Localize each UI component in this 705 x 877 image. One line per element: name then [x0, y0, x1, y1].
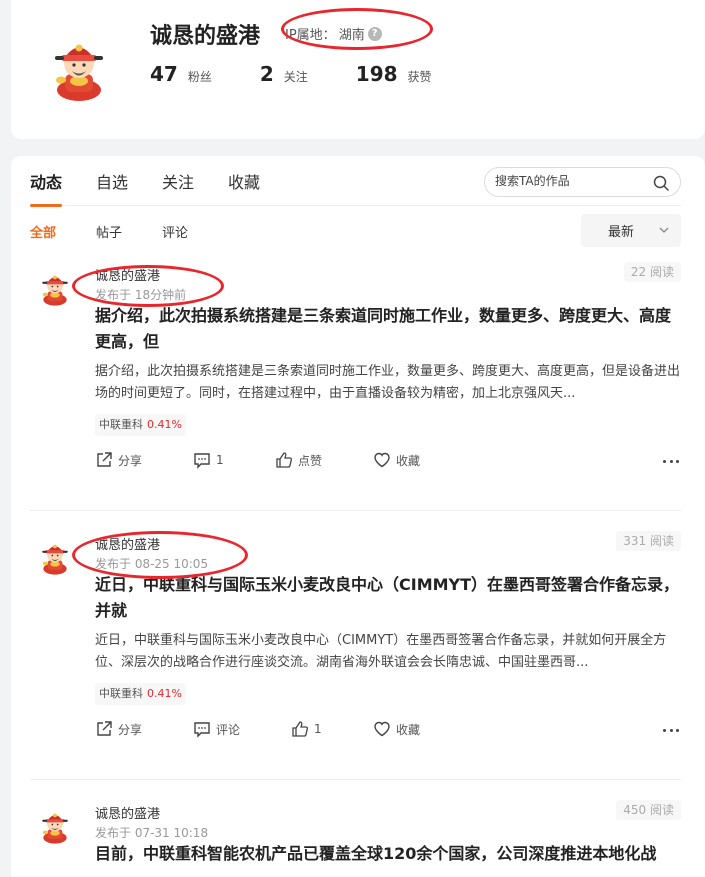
- stat-followers[interactable]: 47 粉丝: [150, 62, 212, 86]
- comment-button[interactable]: 评论: [193, 720, 240, 738]
- post-time: 发布于 07-31 10:18: [95, 826, 209, 840]
- post-item[interactable]: 诚恳的盛港 发布于 18分钟前 22 阅读 据介绍，此次拍摄系统搭建是三条索道同…: [30, 256, 681, 511]
- post-title[interactable]: 近日，中联重科与国际玉米小麦改良中心（CIMMYT）在墨西哥签署合作备忘录，并就: [95, 572, 685, 624]
- read-count: 22 阅读: [623, 262, 681, 282]
- thumbs-up-icon: [292, 721, 308, 737]
- subtab-comments[interactable]: 评论: [162, 222, 188, 241]
- avatar[interactable]: [47, 30, 111, 102]
- stock-tag[interactable]: 中联重科 0.41%: [95, 414, 186, 436]
- ip-value: 湖南: [338, 28, 365, 43]
- sort-dropdown[interactable]: 最新: [581, 214, 681, 247]
- tab-activity[interactable]: 动态: [30, 172, 63, 207]
- post-item[interactable]: 诚恳的盛港 发布于 08-25 10:05 331 阅读 近日，中联重科与国际玉…: [30, 525, 681, 780]
- share-label: 分享: [118, 453, 143, 468]
- share-icon: [97, 721, 112, 736]
- heart-icon: [374, 452, 390, 468]
- post-summary[interactable]: 据介绍，此次拍摄系统搭建是三条索道同时施工作业，数量更多、跨度更大、高度更高，但…: [95, 361, 687, 405]
- thumbs-up-icon: [276, 452, 292, 468]
- post-time: 发布于 08-25 10:05: [95, 557, 209, 571]
- stat-number: 198: [355, 62, 398, 86]
- search-input[interactable]: [495, 174, 645, 188]
- post-time: 发布于 18分钟前: [95, 288, 187, 302]
- post-actions: 分享 1 点赞 收藏: [95, 451, 681, 473]
- search-box: [484, 167, 681, 197]
- ip-label: IP属地：: [285, 28, 336, 43]
- comment-count: 1: [216, 453, 224, 467]
- stat-label: 关注: [283, 70, 308, 84]
- stock-tag[interactable]: 中联重科 0.41%: [95, 683, 186, 705]
- stock-change: 0.41%: [147, 418, 182, 431]
- post-title[interactable]: 据介绍，此次拍摄系统搭建是三条索道同时施工作业，数量更多、跨度更大、高度更高，但: [95, 303, 685, 355]
- tab-following[interactable]: 关注: [162, 172, 194, 206]
- search-icon[interactable]: [653, 175, 669, 191]
- tab-favorites[interactable]: 收藏: [228, 172, 260, 206]
- stat-following[interactable]: 2 关注: [260, 62, 308, 86]
- ip-location: IP属地： 湖南 ?: [285, 24, 382, 43]
- more-icon[interactable]: [661, 720, 681, 740]
- post-author[interactable]: 诚恳的盛港: [95, 265, 160, 284]
- profile-card: 诚恳的盛港 IP属地： 湖南 ? 47 粉丝 2 关注 198 获赞: [11, 0, 705, 139]
- subtab-all[interactable]: 全部: [30, 222, 56, 241]
- post-author[interactable]: 诚恳的盛港: [95, 803, 160, 822]
- content-card: 动态 自选 关注 收藏 全部 帖子 评论 最新 诚恳的盛港 发布于 18分钟前 …: [11, 156, 705, 877]
- divider: [30, 779, 681, 780]
- stat-number: 47: [150, 62, 178, 86]
- stat-label: 获赞: [407, 70, 432, 84]
- share-button[interactable]: 分享: [95, 720, 142, 738]
- tab-watchlist[interactable]: 自选: [96, 172, 128, 206]
- share-icon: [97, 452, 112, 467]
- heart-icon: [374, 721, 390, 737]
- more-icon[interactable]: [661, 451, 681, 471]
- profile-stats: 47 粉丝 2 关注 198 获赞: [150, 62, 480, 86]
- stat-label: 粉丝: [187, 70, 212, 84]
- read-count: 450 阅读: [616, 800, 681, 820]
- sort-label: 最新: [608, 225, 635, 240]
- collect-button[interactable]: 收藏: [373, 451, 420, 469]
- share-button[interactable]: 分享: [95, 451, 142, 469]
- post-title[interactable]: 目前，中联重科智能农机产品已覆盖全球120余个国家，公司深度推进本地化战: [95, 841, 681, 867]
- like-label: 点赞: [298, 453, 323, 468]
- avatar[interactable]: [38, 805, 72, 845]
- sub-tabs: 全部 帖子 评论: [30, 222, 228, 241]
- subtab-posts[interactable]: 帖子: [96, 222, 122, 241]
- divider: [30, 510, 681, 511]
- comment-label: 评论: [216, 722, 241, 737]
- share-label: 分享: [118, 722, 143, 737]
- stat-number: 2: [259, 62, 274, 86]
- stock-name: 中联重科: [99, 418, 143, 431]
- post-item[interactable]: 诚恳的盛港 发布于 07-31 10:18 450 阅读 目前，中联重科智能农机…: [30, 794, 681, 877]
- profile-username: 诚恳的盛港: [150, 24, 261, 49]
- chevron-down-icon: [659, 227, 669, 233]
- comment-icon: [194, 453, 210, 469]
- read-count: 331 阅读: [616, 531, 681, 551]
- post-author[interactable]: 诚恳的盛港: [95, 534, 160, 553]
- collect-label: 收藏: [396, 722, 421, 737]
- stock-name: 中联重科: [99, 687, 143, 700]
- post-actions: 分享 评论 1 收藏: [95, 720, 681, 742]
- like-count: 1: [314, 722, 322, 736]
- help-icon[interactable]: ?: [367, 26, 382, 41]
- stock-change: 0.41%: [147, 687, 182, 700]
- collect-button[interactable]: 收藏: [373, 720, 420, 738]
- avatar[interactable]: [38, 536, 72, 576]
- comment-button[interactable]: 1: [193, 451, 224, 469]
- post-summary[interactable]: 近日，中联重科与国际玉米小麦改良中心（CIMMYT）在墨西哥签署合作备忘录，并就…: [95, 630, 687, 674]
- collect-label: 收藏: [396, 453, 421, 468]
- like-button[interactable]: 1: [291, 720, 322, 738]
- avatar[interactable]: [38, 267, 72, 307]
- like-button[interactable]: 点赞: [275, 451, 322, 469]
- stat-likes: 198 获赞: [356, 62, 432, 86]
- comment-icon: [194, 722, 210, 738]
